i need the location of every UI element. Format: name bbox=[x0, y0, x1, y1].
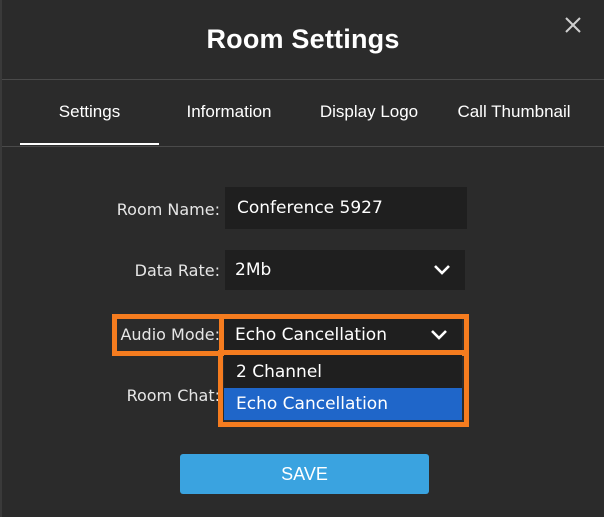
room-name-value: Conference 5927 bbox=[237, 198, 383, 218]
dialog-title: Room Settings bbox=[206, 24, 400, 54]
tab-settings[interactable]: Settings bbox=[20, 80, 159, 145]
close-icon[interactable] bbox=[562, 14, 584, 36]
tab-information[interactable]: Information bbox=[174, 80, 284, 144]
audio-mode-label: Audio Mode: bbox=[120, 325, 220, 344]
tab-call-thumbnail[interactable]: Call Thumbnail bbox=[448, 80, 580, 144]
save-button[interactable]: SAVE bbox=[180, 454, 429, 494]
room-settings-dialog: Room Settings Settings Information Displ… bbox=[0, 0, 604, 517]
audio-mode-dropdown-highlight bbox=[218, 350, 469, 427]
tabs-divider bbox=[2, 146, 604, 147]
data-rate-label: Data Rate: bbox=[134, 261, 220, 280]
chevron-down-icon bbox=[433, 264, 451, 276]
room-name-input[interactable]: Conference 5927 bbox=[225, 187, 467, 229]
tab-display-logo[interactable]: Display Logo bbox=[308, 80, 430, 144]
data-rate-value: 2Mb bbox=[235, 260, 272, 280]
data-rate-select[interactable]: 2Mb bbox=[225, 250, 465, 290]
room-chat-label: Room Chat: bbox=[126, 386, 220, 405]
room-name-label: Room Name: bbox=[116, 200, 220, 219]
tab-bar: Settings Information Display Logo Call T… bbox=[2, 80, 604, 146]
